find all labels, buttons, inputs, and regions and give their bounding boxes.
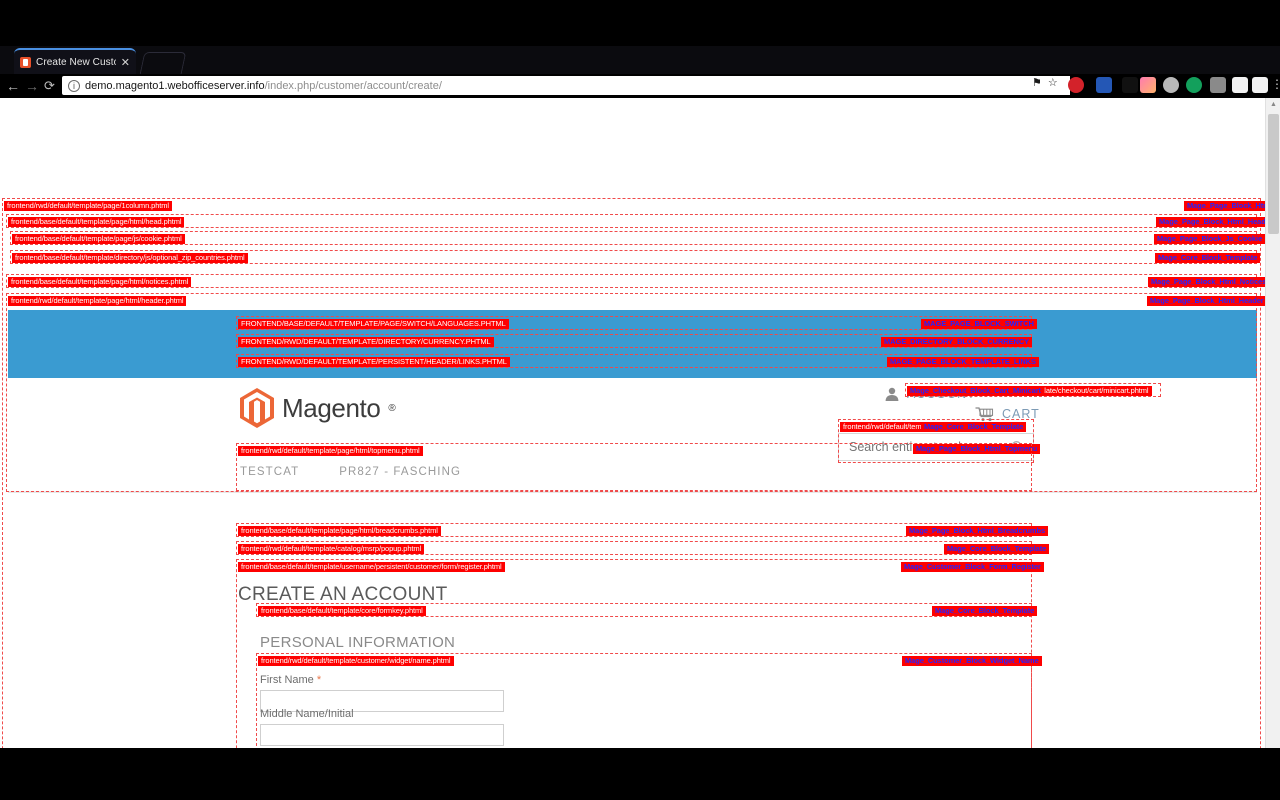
template-path-label: frontend/rwd/default/template/customer/w… bbox=[258, 656, 454, 666]
header-divider bbox=[8, 492, 1257, 493]
back-icon[interactable]: ← bbox=[6, 76, 20, 96]
template-path-label: frontend/base/default/template/page/html… bbox=[238, 526, 441, 536]
cart-icon bbox=[975, 407, 994, 422]
block-class-label: Mage_Page_Block_Html_Breadcrumbs bbox=[906, 526, 1049, 536]
template-path-label: frontend/base/default/template/username/… bbox=[238, 562, 505, 572]
block-class-label: Mage_Core_Block_Template bbox=[921, 422, 1027, 432]
block-class-label: Mage_Checkout_Block_Cart_Minicart bbox=[907, 386, 1044, 396]
template-path-label: frontend/rwd/default/template/page/html/… bbox=[238, 446, 423, 456]
block-class-label: Mage_Page_Block_Html_Header bbox=[1147, 296, 1267, 306]
magento-logo[interactable]: Magento ® bbox=[240, 388, 396, 428]
block-class-label: Mage_Core_Block_Template bbox=[1155, 253, 1261, 263]
scroll-up-arrow-icon[interactable]: ▲ bbox=[1266, 98, 1280, 112]
template-path-label: frontend/base/default/template/directory… bbox=[12, 253, 248, 263]
extension-icon-2[interactable] bbox=[1096, 77, 1112, 93]
template-path-label: frontend/base/default/template/page/html… bbox=[8, 217, 185, 227]
block-class-label: Mage_Customer_Block_Widget_Name bbox=[902, 656, 1042, 666]
chrome-menu-icon[interactable]: ⋮ bbox=[1271, 77, 1280, 91]
extension-icon-7[interactable] bbox=[1210, 77, 1226, 93]
bookmark-star-icon[interactable]: ☆ bbox=[1048, 76, 1058, 89]
new-tab-button[interactable] bbox=[139, 52, 187, 74]
extension-icon-5[interactable] bbox=[1163, 77, 1179, 93]
address-bar[interactable]: i demo.magento1.webofficeserver.info /in… bbox=[62, 76, 1062, 95]
nav-item-pr827[interactable]: PR827 - FASCHING bbox=[339, 466, 461, 478]
template-path-label: frontend/base/default/template/page/js/c… bbox=[12, 234, 185, 244]
user-icon bbox=[885, 387, 899, 401]
template-path-label: frontend/base/default/template/page/html… bbox=[8, 277, 192, 287]
block-class-label: Mage_Directory_Block_Currency bbox=[881, 337, 1033, 347]
block-class-label: Mage_Core_Block_Template bbox=[932, 606, 1038, 616]
middle-name-input[interactable] bbox=[260, 724, 504, 746]
template-path-label: frontend/rwd/default/template/persistent… bbox=[238, 357, 510, 367]
browser-tab[interactable]: Create New Customer Ac ✕ bbox=[14, 48, 136, 74]
page-title: CREATE AN ACCOUNT bbox=[238, 583, 448, 605]
magento-logo-text: Magento bbox=[282, 392, 381, 423]
tab-strip bbox=[0, 46, 1280, 74]
magento-logo-icon bbox=[240, 388, 274, 428]
reload-icon[interactable]: ⟳ bbox=[44, 76, 55, 96]
template-hint-outline bbox=[6, 214, 1257, 228]
block-class-label: Mage_Page_Block_Switch bbox=[921, 319, 1037, 329]
top-navigation: TESTCAT PR827 - FASCHING bbox=[240, 466, 461, 478]
extension-icon-6[interactable] bbox=[1186, 77, 1202, 93]
field-first-name: First Name * bbox=[260, 674, 504, 712]
pin-icon[interactable]: ⚑ bbox=[1032, 76, 1042, 89]
url-host: demo.magento1.webofficeserver.info bbox=[85, 79, 265, 92]
block-class-label: Mage_Page_Block_Html_Head bbox=[1156, 217, 1269, 227]
tab-title: Create New Customer Ac bbox=[36, 56, 116, 68]
template-path-label: frontend/base/default/template/core/form… bbox=[258, 606, 426, 616]
template-path-label: frontend/rwd/default/template/page/1colu… bbox=[4, 201, 172, 211]
block-class-label: Mage_Page_Block_Html_Notices bbox=[1148, 277, 1270, 287]
required-marker: * bbox=[316, 674, 322, 686]
block-class-label: Mage_Page_Block_Html_Topmenu bbox=[913, 444, 1041, 454]
scrollbar-thumb[interactable] bbox=[1268, 114, 1279, 234]
template-hint-outline bbox=[10, 231, 1257, 245]
template-path-label: frontend/rwd/default/template/page/html/… bbox=[8, 296, 187, 306]
store-switch-banner bbox=[8, 310, 1257, 378]
template-hint-outline bbox=[6, 274, 1257, 288]
registered-mark: ® bbox=[388, 402, 396, 414]
url-path: /index.php/customer/account/create/ bbox=[264, 79, 442, 92]
template-path-label: frontend/rwd/default/template/directory/… bbox=[238, 337, 494, 347]
block-class-label: Mage_Core_Block_Template bbox=[944, 544, 1050, 554]
extension-icon-3[interactable] bbox=[1122, 77, 1138, 93]
tab-close-icon[interactable]: ✕ bbox=[121, 56, 130, 69]
cart-link-label: CART bbox=[1002, 407, 1040, 421]
template-path-label: frontend/base/default/template/page/swit… bbox=[238, 319, 509, 329]
magento-favicon-icon bbox=[20, 56, 31, 68]
extension-icon-4[interactable] bbox=[1140, 77, 1156, 93]
magento-page: Magento ® ACCOUNT CART bbox=[0, 98, 1275, 748]
template-path-label: frontend/rwd/default/template/catalog/ms… bbox=[238, 544, 425, 554]
page-viewport: Magento ® ACCOUNT CART bbox=[0, 98, 1280, 748]
extension-icon-8[interactable] bbox=[1232, 77, 1248, 93]
site-info-icon[interactable]: i bbox=[68, 79, 80, 92]
block-class-label: Mage_Page_Block_Html bbox=[1184, 201, 1275, 211]
first-name-label: First Name * bbox=[260, 674, 322, 686]
page-scrollbar[interactable]: ▲ bbox=[1265, 98, 1280, 748]
forward-icon[interactable]: → bbox=[25, 76, 39, 96]
field-middle-name: Middle Name/Initial bbox=[260, 708, 504, 746]
cart-link[interactable]: CART bbox=[975, 406, 1040, 422]
extension-icon-9[interactable] bbox=[1252, 77, 1268, 93]
nav-item-testcat[interactable]: TESTCAT bbox=[240, 466, 299, 478]
block-class-label: Mage_Page_Block_Js_Cookie bbox=[1154, 234, 1266, 244]
middle-name-label: Middle Name/Initial bbox=[260, 708, 354, 720]
window-titlebar bbox=[0, 0, 1280, 46]
extension-icon-1[interactable] bbox=[1068, 77, 1084, 93]
block-class-label: Mage_Customer_Block_Form_Register bbox=[901, 562, 1044, 572]
section-title-personal-information: PERSONAL INFORMATION bbox=[260, 634, 456, 652]
block-class-label: Mage_Page_Block_Template_Links bbox=[887, 357, 1039, 367]
